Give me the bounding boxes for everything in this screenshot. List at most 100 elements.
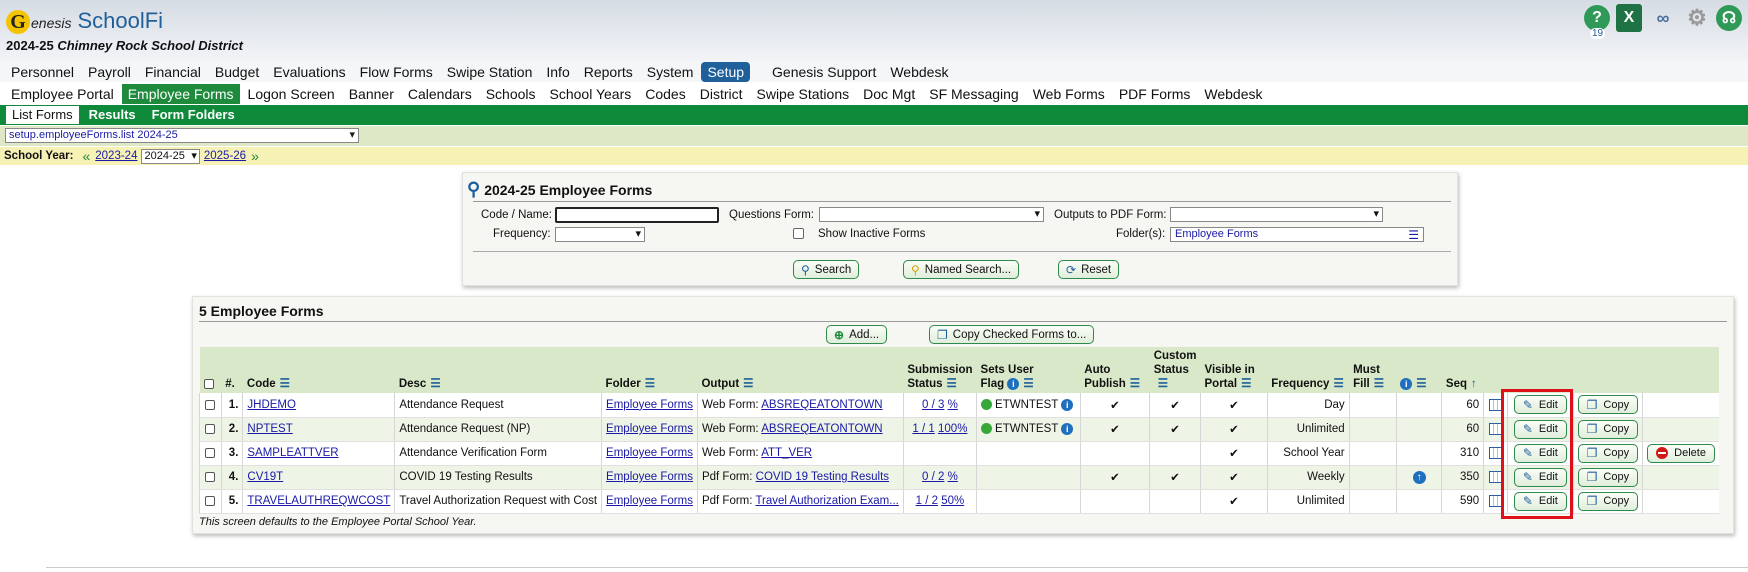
col-submission-status[interactable]: Submission Status ☰ — [903, 347, 977, 393]
info-icon[interactable]: i — [1400, 377, 1413, 390]
filter-icon[interactable]: ☰ — [1374, 378, 1384, 390]
copy-button[interactable]: ❐ Copy — [1577, 419, 1639, 439]
next-year-link[interactable]: 2025-26 — [204, 150, 246, 162]
folder-link[interactable]: Employee Forms — [606, 447, 693, 459]
add-button[interactable]: ⊕ Add... — [826, 325, 888, 344]
screen-select[interactable]: setup.employeeForms.list 2024-25 — [5, 128, 359, 143]
copy-button[interactable]: ❐ Copy — [1577, 467, 1639, 487]
col-desc[interactable]: Desc ☰ — [394, 347, 602, 393]
filter-icon[interactable]: ☰ — [1333, 378, 1343, 390]
tab-results[interactable]: Results — [83, 106, 142, 124]
output-link[interactable]: ABSREQEATONTOWN — [761, 423, 882, 435]
folder-link[interactable]: Employee Forms — [606, 471, 693, 483]
submenu-sf-messaging[interactable]: SF Messaging — [923, 84, 1024, 104]
questions-form-select[interactable] — [819, 207, 1044, 222]
upload-icon[interactable]: ↑ — [1412, 470, 1426, 484]
output-link[interactable]: ATT_VER — [761, 447, 812, 459]
copy-button[interactable]: ❐ Copy — [1577, 395, 1639, 415]
gear-icon[interactable]: ⚙ — [1684, 5, 1710, 31]
prev-year-icon[interactable]: « — [82, 148, 90, 164]
help-icon[interactable]: ? 19 — [1584, 5, 1610, 39]
genesis-logo[interactable]: G enesis SchoolFi — [6, 8, 163, 34]
filter-icon[interactable]: ☰ — [280, 378, 290, 390]
copy-checked-button[interactable]: ❐ Copy Checked Forms to... — [929, 325, 1095, 344]
copy-button[interactable]: ❐ Copy — [1577, 491, 1639, 511]
filter-icon[interactable]: ☰ — [743, 378, 753, 390]
named-search-button[interactable]: ⚲ Named Search... — [903, 260, 1020, 279]
output-link[interactable]: ABSREQEATONTOWN — [761, 399, 882, 411]
submenu-district[interactable]: District — [694, 84, 749, 104]
menu-payroll[interactable]: Payroll — [82, 62, 137, 82]
filter-icon[interactable]: ☰ — [1416, 378, 1426, 390]
school-year-select[interactable]: 2024-25 — [141, 148, 200, 164]
submenu-employee-portal[interactable]: Employee Portal — [5, 84, 120, 104]
tab-list-forms[interactable]: List Forms — [6, 106, 79, 124]
menu-system[interactable]: System — [641, 62, 700, 82]
sort-up-icon[interactable]: ↑ — [1471, 378, 1477, 390]
row-checkbox[interactable] — [205, 447, 216, 458]
col-info[interactable]: i ☰ — [1396, 347, 1442, 393]
excel-icon[interactable]: X — [1616, 4, 1642, 32]
menu-financial[interactable]: Financial — [139, 62, 207, 82]
col-frequency[interactable]: Frequency ☰ — [1267, 347, 1350, 393]
tab-form-folders[interactable]: Form Folders — [146, 106, 241, 124]
col-folder[interactable]: Folder ☰ — [601, 347, 698, 393]
folder-link[interactable]: Employee Forms — [606, 495, 693, 507]
headset-icon[interactable]: ☊ — [1716, 5, 1742, 31]
col-seq[interactable]: Seq ↑ — [1441, 347, 1484, 393]
filter-icon[interactable]: ☰ — [645, 378, 655, 390]
col-must-fill[interactable]: Must Fill ☰ — [1349, 347, 1397, 393]
submission-count-link[interactable]: 0 / 3 — [922, 399, 944, 411]
info-icon[interactable]: i — [1061, 422, 1074, 435]
submenu-swipe-stations[interactable]: Swipe Stations — [751, 84, 856, 104]
code-link[interactable]: JHDEMO — [247, 399, 296, 411]
col-output[interactable]: Output ☰ — [697, 347, 904, 393]
menu-info[interactable]: Info — [540, 62, 575, 82]
row-checkbox[interactable] — [205, 423, 216, 434]
submenu-pdf-forms[interactable]: PDF Forms — [1113, 84, 1197, 104]
col-auto-publish[interactable]: Auto Publish ☰ — [1080, 347, 1150, 393]
folder-link[interactable]: Employee Forms — [606, 399, 693, 411]
col-visible-portal[interactable]: Visible in Portal ☰ — [1200, 347, 1268, 393]
filter-icon[interactable]: ☰ — [430, 378, 440, 390]
submission-count-link[interactable]: 1 / 2 — [916, 495, 938, 507]
menu-evaluations[interactable]: Evaluations — [267, 62, 351, 82]
menu-webdesk[interactable]: Webdesk — [884, 62, 954, 82]
outputs-pdf-select[interactable] — [1170, 207, 1383, 222]
folder-link[interactable]: Employee Forms — [606, 423, 693, 435]
search-button[interactable]: ⚲ Search — [793, 260, 860, 279]
filter-icon[interactable]: ☰ — [1241, 378, 1251, 390]
submission-count-link[interactable]: 0 / 2 — [922, 471, 944, 483]
show-inactive-checkbox[interactable] — [793, 228, 804, 239]
menu-setup[interactable]: Setup — [701, 62, 751, 82]
filter-icon[interactable]: ☰ — [1023, 378, 1033, 390]
filter-icon[interactable]: ☰ — [947, 378, 957, 390]
output-link[interactable]: Travel Authorization Exam... — [755, 495, 898, 507]
copy-button[interactable]: ❐ Copy — [1577, 443, 1639, 463]
output-link[interactable]: COVID 19 Testing Results — [756, 471, 889, 483]
code-link[interactable]: SAMPLEATTVER — [247, 447, 338, 459]
filter-icon[interactable]: ☰ — [1158, 378, 1168, 390]
code-name-input[interactable] — [555, 207, 719, 223]
next-year-icon[interactable]: » — [251, 148, 259, 164]
row-checkbox[interactable] — [205, 471, 216, 482]
submenu-webdesk[interactable]: Webdesk — [1198, 84, 1268, 104]
submenu-codes[interactable]: Codes — [639, 84, 691, 104]
menu-reports[interactable]: Reports — [578, 62, 639, 82]
submission-pct-link[interactable]: % — [948, 471, 958, 483]
delete-button[interactable]: Delete — [1647, 443, 1715, 463]
menu-personnel[interactable]: Personnel — [5, 62, 80, 82]
submenu-web-forms[interactable]: Web Forms — [1027, 84, 1111, 104]
submenu-logon-screen[interactable]: Logon Screen — [242, 84, 341, 104]
hamburger-icon[interactable]: ☰ — [1408, 229, 1419, 242]
select-all-checkbox[interactable] — [203, 378, 214, 389]
submenu-calendars[interactable]: Calendars — [402, 84, 478, 104]
submission-pct-link[interactable]: % — [948, 399, 958, 411]
submenu-banner[interactable]: Banner — [343, 84, 400, 104]
col-code[interactable]: Code ☰ — [242, 347, 395, 393]
frequency-select[interactable] — [555, 227, 645, 242]
col-sets-user-flag[interactable]: Sets User Flag i ☰ — [976, 347, 1081, 393]
code-link[interactable]: TRAVELAUTHREQWCOST — [247, 495, 390, 507]
submenu-schools[interactable]: Schools — [480, 84, 542, 104]
row-checkbox[interactable] — [205, 399, 216, 410]
